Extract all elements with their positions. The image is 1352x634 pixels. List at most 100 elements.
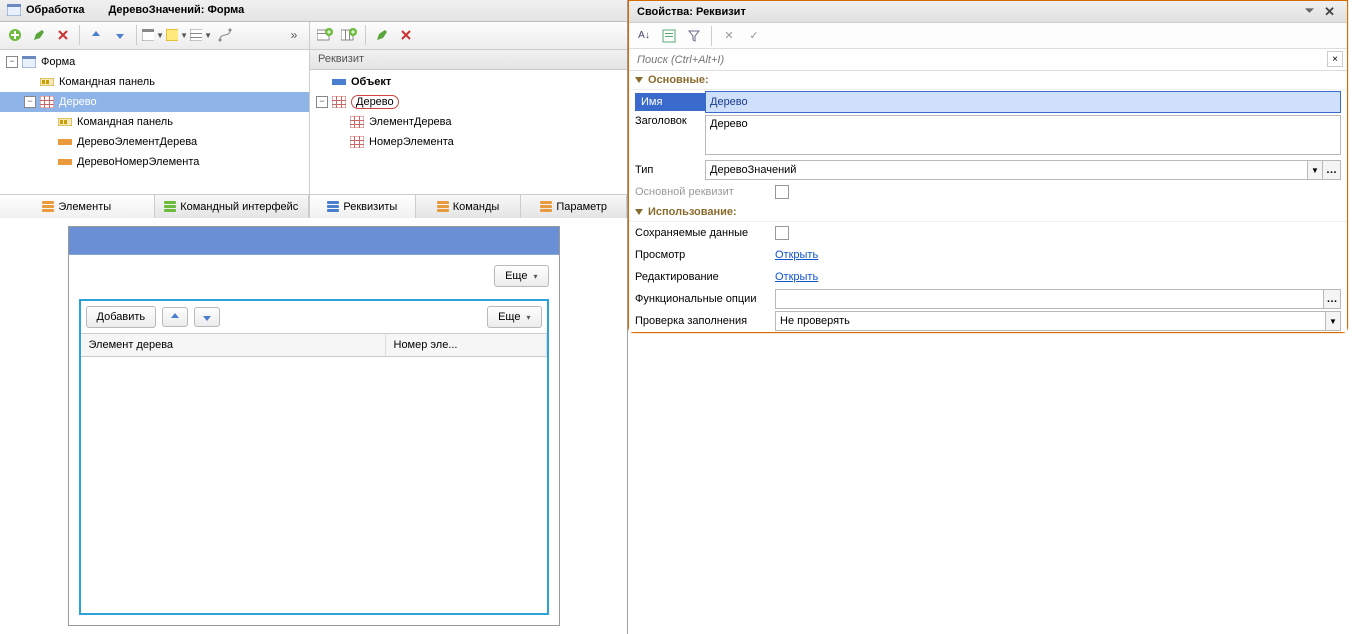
edit2-icon[interactable]	[371, 24, 393, 46]
tree-item[interactable]: ЭлементДерева	[310, 112, 627, 132]
add-icon[interactable]	[4, 24, 26, 46]
cmdbar-icon	[57, 115, 73, 129]
col-element[interactable]: Элемент дерева	[81, 334, 386, 356]
funcopt-dots-icon[interactable]: …	[1323, 289, 1341, 309]
tree-item[interactable]: −Форма	[0, 52, 309, 72]
tree-item[interactable]: ДеревоЭлементДерева	[0, 132, 309, 152]
tree-item[interactable]: Объект	[310, 72, 627, 92]
clear-icon: ✕	[718, 25, 740, 47]
elements-tree[interactable]: −ФормаКомандная панель−ДеревоКомандная п…	[0, 50, 309, 194]
up-icon[interactable]	[85, 24, 107, 46]
lbl-edit: Редактирование	[635, 271, 775, 283]
elements-toolbar: ▼ ▼ ▼ »	[0, 22, 309, 50]
panel3-icon[interactable]: ▼	[190, 24, 212, 46]
link-edit[interactable]: Открыть	[775, 271, 818, 283]
search-input[interactable]	[629, 49, 1347, 70]
section-usage[interactable]: Использование:	[629, 203, 1347, 222]
pin-icon[interactable]: ⏷	[1305, 5, 1314, 18]
col-number[interactable]: Номер эле...	[386, 334, 547, 356]
delete2-icon[interactable]	[395, 24, 417, 46]
stack-icon	[540, 201, 552, 212]
attrs-toolbar	[310, 22, 627, 50]
input-type[interactable]	[705, 160, 1307, 180]
sort-icon[interactable]: A↓	[633, 25, 655, 47]
orange-icon	[57, 155, 73, 169]
link-view[interactable]: Открыть	[775, 249, 818, 261]
chk-mainattr	[775, 185, 789, 199]
expander-icon[interactable]: −	[24, 96, 36, 108]
input-name[interactable]	[706, 92, 1340, 112]
clear-search-icon[interactable]: ×	[1327, 51, 1343, 67]
tab-Элементы[interactable]: Элементы	[0, 195, 155, 218]
expander-icon[interactable]: −	[316, 96, 328, 108]
lbl-fillcheck: Проверка заполнения	[635, 315, 775, 327]
cat-icon[interactable]	[658, 25, 680, 47]
more2-button[interactable]: Еще▾	[487, 306, 541, 328]
input-fillcheck[interactable]	[775, 311, 1325, 331]
tab-Командный интерфейс[interactable]: Командный интерфейс	[155, 195, 310, 218]
tree-icon	[39, 95, 55, 109]
lbl-type: Тип	[635, 164, 705, 176]
path-icon[interactable]	[214, 24, 236, 46]
close-icon[interactable]: ✕	[1320, 4, 1339, 20]
window-titlebar: Обработка ДеревоЗначений: Форма	[0, 0, 627, 22]
filter-icon[interactable]	[683, 25, 705, 47]
lbl-mainattr: Основной реквизит	[635, 186, 775, 198]
form-icon	[6, 3, 22, 17]
move-down-button[interactable]	[194, 307, 220, 327]
grid-icon	[349, 135, 365, 149]
form-icon	[21, 55, 37, 69]
tree-item[interactable]: НомерЭлемента	[310, 132, 627, 152]
title-object: ДеревоЗначений: Форма	[108, 4, 244, 16]
mid-tabs: РеквизитыКомандыПараметр	[310, 194, 627, 218]
tree-item[interactable]: − Дерево	[0, 92, 309, 112]
stack-icon	[164, 201, 176, 212]
tree-item[interactable]: ДеревоНомерЭлемента	[0, 152, 309, 172]
preview-titlebar	[69, 227, 559, 255]
tab-Параметр[interactable]: Параметр	[521, 195, 627, 218]
grid-body[interactable]	[81, 357, 547, 613]
delete-icon[interactable]	[52, 24, 74, 46]
edit-icon[interactable]	[28, 24, 50, 46]
title-prefix: Обработка	[26, 4, 84, 16]
lbl-name: Имя	[635, 93, 705, 111]
tree-item[interactable]: Командная панель	[0, 112, 309, 132]
preview-tree-table[interactable]: Добавить Еще▾ Элемент дерева Номер эле..…	[79, 299, 549, 615]
add-row-button[interactable]: Добавить	[86, 306, 157, 328]
tree-item[interactable]: Командная панель	[0, 72, 309, 92]
tab-label: Элементы	[58, 201, 111, 213]
input-funcopt[interactable]	[775, 289, 1323, 309]
chk-saved[interactable]	[775, 226, 789, 240]
section-main[interactable]: Основные:	[629, 71, 1347, 90]
expander-icon[interactable]: −	[6, 56, 18, 68]
tree-item-label: ЭлементДерева	[369, 116, 452, 128]
more-button[interactable]: Еще▾	[494, 265, 548, 287]
properties-search[interactable]: ×	[629, 49, 1347, 71]
tab-Реквизиты[interactable]: Реквизиты	[310, 195, 416, 218]
tree-item-label: Дерево	[351, 96, 399, 108]
add-attr-icon[interactable]	[314, 24, 336, 46]
form-preview: Еще▾ Добавить Еще▾ Элемент дерева Номе	[0, 218, 627, 634]
down-icon[interactable]	[109, 24, 131, 46]
attrs-header: Реквизит	[310, 50, 627, 70]
tree-item-label: Дерево	[59, 96, 97, 108]
tab-label: Командный интерфейс	[180, 201, 298, 213]
tree-item[interactable]: − Дерево	[310, 92, 627, 112]
tree-item-label: ДеревоНомерЭлемента	[77, 156, 199, 168]
lbl-view: Просмотр	[635, 249, 775, 261]
add-col-icon[interactable]	[338, 24, 360, 46]
grid-icon	[349, 115, 365, 129]
chevrons-icon[interactable]: »	[283, 24, 305, 46]
fillcheck-dropdown-icon[interactable]: ▼	[1325, 311, 1341, 331]
stack-icon	[327, 201, 339, 212]
type-dropdown-icon[interactable]: ▼	[1307, 160, 1323, 180]
type-dots-icon[interactable]: …	[1323, 160, 1341, 180]
apply-icon: ✓	[743, 25, 765, 47]
input-header[interactable]	[705, 115, 1341, 155]
move-up-button[interactable]	[162, 307, 188, 327]
attrs-tree[interactable]: Объект − Дерево ЭлементДерева НомерЭлемента	[310, 70, 627, 194]
orange-icon	[57, 135, 73, 149]
panel1-icon[interactable]: ▼	[142, 24, 164, 46]
tab-Команды[interactable]: Команды	[416, 195, 522, 218]
panel2-icon[interactable]: ▼	[166, 24, 188, 46]
